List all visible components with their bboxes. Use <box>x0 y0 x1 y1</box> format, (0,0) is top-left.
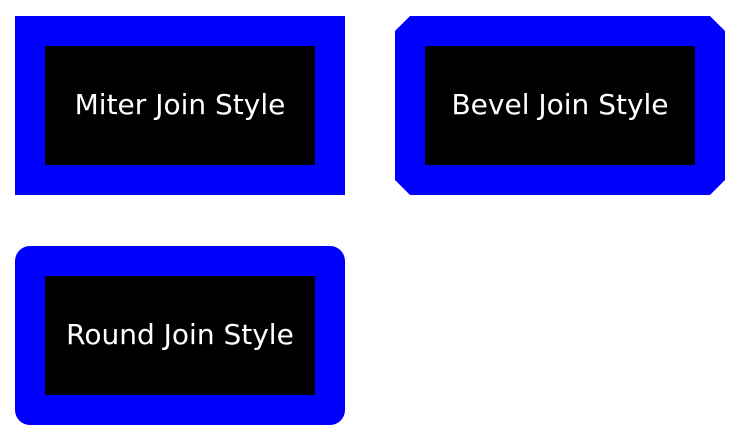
join-style-diagram: Miter Join Style Bevel Join Style Round … <box>0 0 739 442</box>
miter-join-shape: Miter Join Style <box>15 16 345 195</box>
miter-join-label: Miter Join Style <box>75 88 286 121</box>
round-join-shape: Round Join Style <box>15 246 345 425</box>
round-join-label: Round Join Style <box>66 318 294 351</box>
bevel-join-label: Bevel Join Style <box>451 88 668 121</box>
bevel-join-shape: Bevel Join Style <box>395 16 725 195</box>
